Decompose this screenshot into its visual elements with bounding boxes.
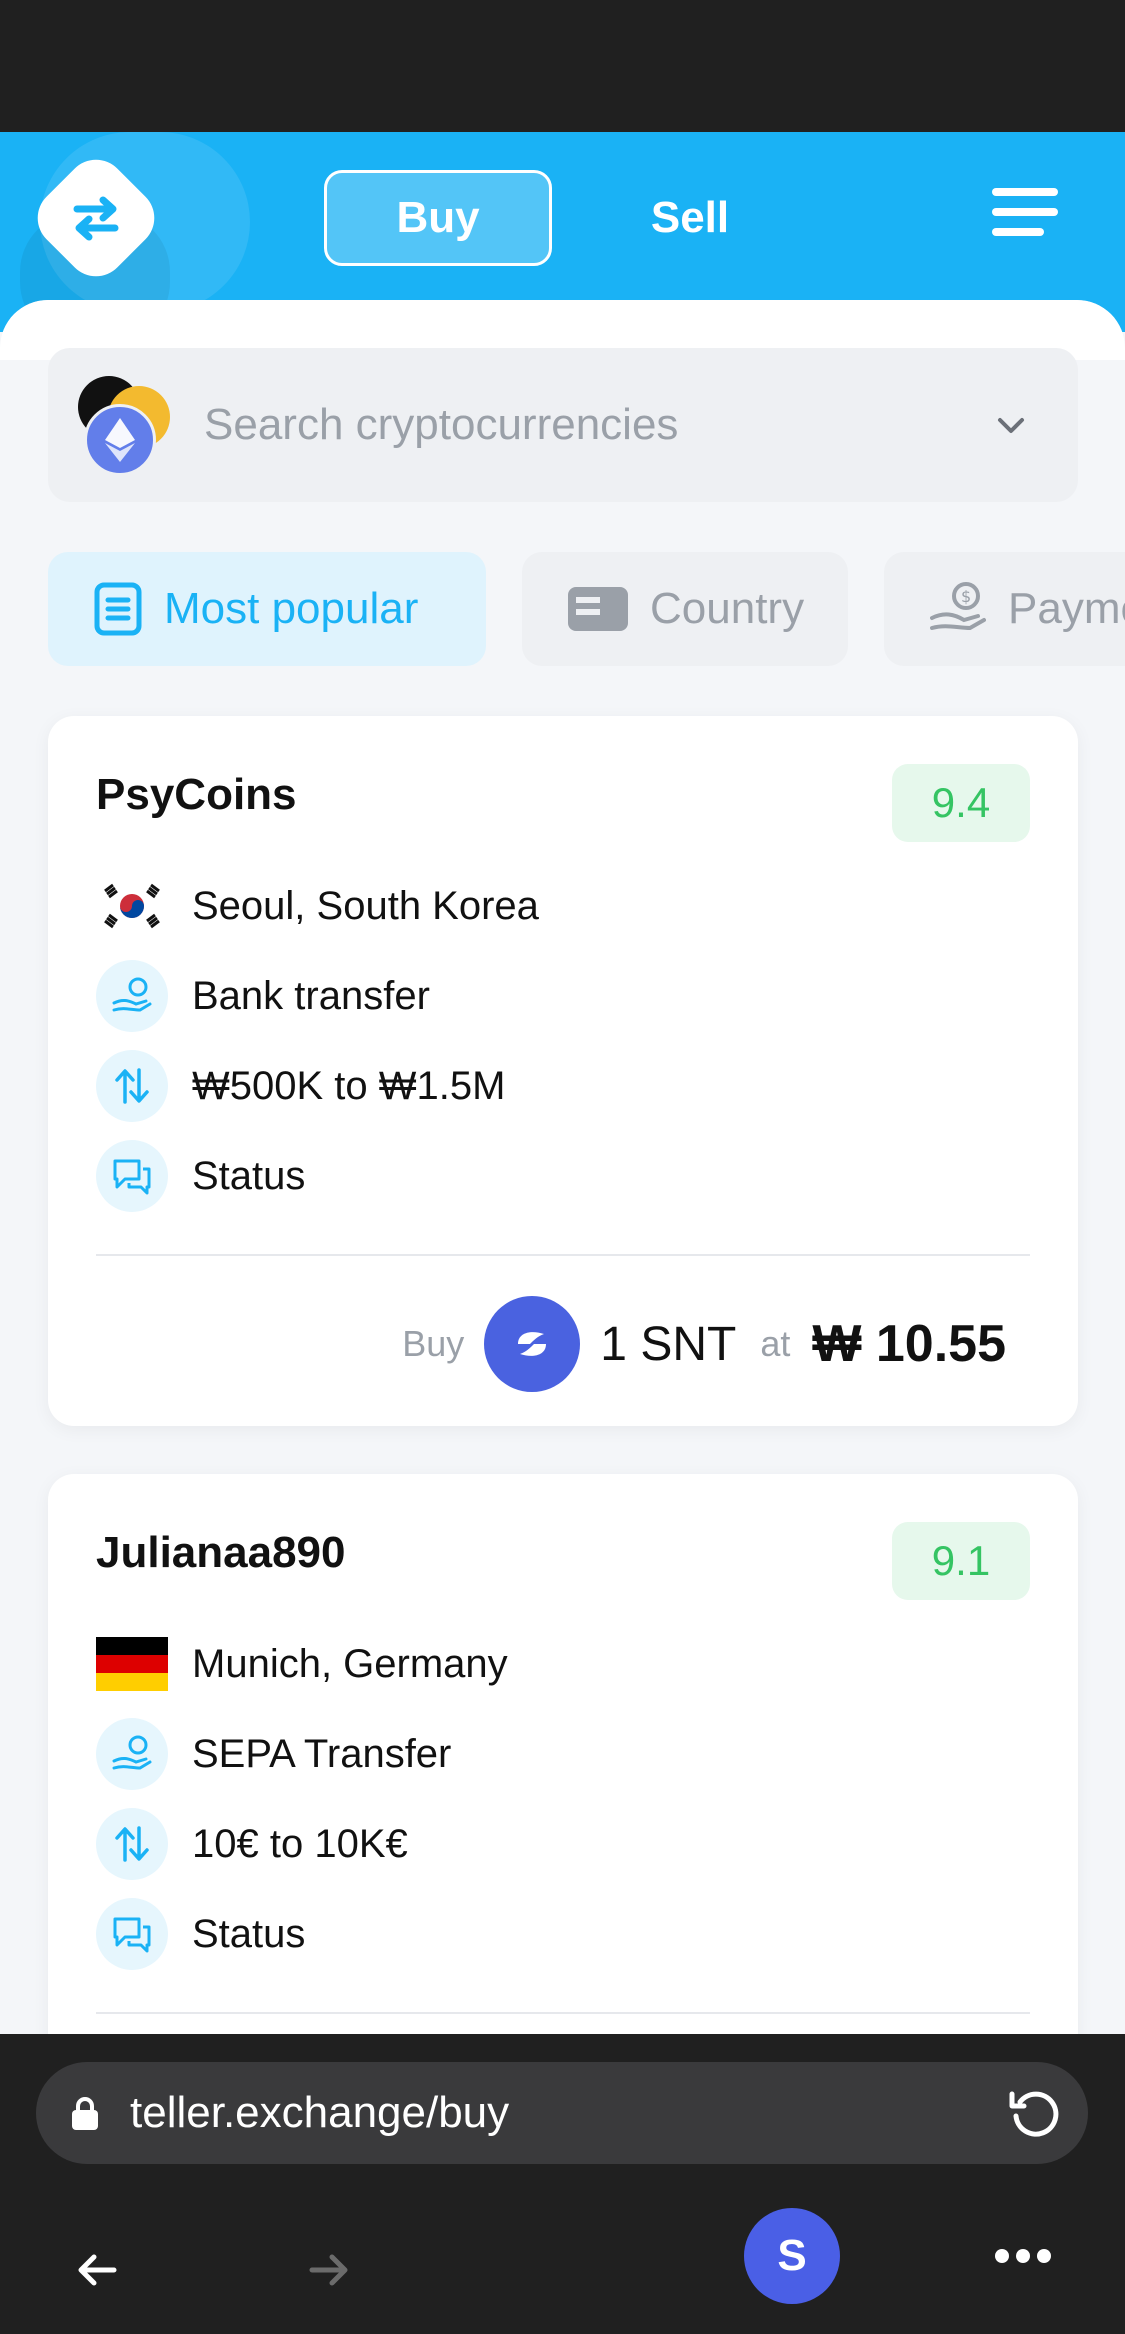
filter-label: Payment: [1008, 584, 1125, 633]
filter-label: Country: [650, 584, 805, 633]
hamburger-icon[interactable]: [992, 188, 1058, 248]
status-text: Status: [192, 1911, 306, 1956]
filter-country[interactable]: Country: [522, 552, 848, 666]
status-row: Status: [96, 1898, 305, 1970]
card-divider: [96, 2012, 1030, 2014]
hand-coin-icon: [96, 1718, 168, 1790]
hand-coin-icon: [96, 960, 168, 1032]
hand-coin-icon: $: [930, 582, 986, 636]
filter-most-popular[interactable]: Most popular: [48, 552, 486, 666]
chat-bubbles-icon: [96, 1140, 168, 1212]
rating-badge: 9.4: [892, 764, 1030, 842]
status-bar: [0, 0, 1125, 132]
offer-card[interactable]: Julianaa890 9.1 Munich, Germany SEPA Tra…: [48, 1474, 1078, 2034]
limits-text: 10€ to 10K€: [192, 1821, 408, 1866]
ethereum-icon: [84, 404, 156, 476]
filter-chips: Most popular Country $ Payment: [48, 552, 1125, 666]
filter-label: Most popular: [164, 584, 419, 633]
location-text: Munich, Germany: [192, 1641, 508, 1686]
main-content: Search cryptocurrencies Most popular Cou…: [0, 300, 1125, 2034]
offer-card[interactable]: PsyCoins 9.4 Seoul, South Korea Bank tra…: [48, 716, 1078, 1426]
more-options-icon[interactable]: [994, 2248, 1052, 2264]
limits-row: ₩500K to ₩1.5M: [96, 1050, 505, 1122]
id-card-icon: [568, 587, 628, 631]
crypto-coins-icon: [78, 376, 178, 476]
arrows-up-down-icon: [96, 1808, 168, 1880]
trader-name: PsyCoins: [96, 770, 297, 819]
search-placeholder: Search cryptocurrencies: [204, 400, 679, 449]
exchange-arrows-icon: [73, 196, 119, 241]
reload-icon[interactable]: [1006, 2084, 1064, 2142]
at-label: at: [760, 1323, 791, 1364]
buy-summary[interactable]: Buy 1 SNT at ₩ 10.55: [402, 1296, 1006, 1392]
buy-label: Buy: [402, 1323, 465, 1364]
address-bar[interactable]: teller.exchange/buy: [36, 2062, 1088, 2164]
location-text: Seoul, South Korea: [192, 883, 539, 928]
token-price: ₩ 10.55: [812, 1315, 1006, 1373]
profile-avatar[interactable]: S: [744, 2208, 840, 2304]
menu-line: [992, 228, 1044, 236]
payment-method: Bank transfer: [192, 973, 430, 1018]
location-row: Seoul, South Korea: [96, 870, 539, 942]
search-select[interactable]: Search cryptocurrencies: [48, 348, 1078, 502]
limits-row: 10€ to 10K€: [96, 1808, 408, 1880]
payment-method: SEPA Transfer: [192, 1731, 452, 1776]
tab-sell[interactable]: Sell: [600, 170, 780, 266]
limits-text: ₩500K to ₩1.5M: [192, 1063, 506, 1108]
status-text: Status: [192, 1153, 306, 1198]
status-row: Status: [96, 1140, 305, 1212]
arrows-up-down-icon: [96, 1050, 168, 1122]
rating-badge: 9.1: [892, 1522, 1030, 1600]
location-row: Munich, Germany: [96, 1628, 508, 1700]
germany-flag-icon: [96, 1637, 168, 1691]
svg-text:$: $: [961, 587, 971, 606]
card-divider: [96, 1254, 1030, 1256]
trader-name: Julianaa890: [96, 1528, 346, 1577]
menu-line: [992, 188, 1058, 196]
menu-line: [992, 208, 1058, 216]
forward-arrow-icon[interactable]: [308, 2252, 350, 2288]
list-icon: [94, 582, 142, 636]
snt-token-icon: [484, 1296, 581, 1392]
token-amount: 1 SNT: [600, 1317, 737, 1371]
lock-icon: [72, 2097, 98, 2130]
chevron-down-icon: [998, 418, 1024, 433]
browser-toolbar: teller.exchange/buy S: [0, 2034, 1125, 2334]
south-korea-flag-icon: [96, 879, 168, 933]
back-arrow-icon[interactable]: [76, 2252, 118, 2288]
url-text: teller.exchange/buy: [130, 2088, 510, 2137]
payment-row: Bank transfer: [96, 960, 430, 1032]
chat-bubbles-icon: [96, 1898, 168, 1970]
tab-buy[interactable]: Buy: [324, 170, 552, 266]
filter-payment[interactable]: $ Payment: [884, 552, 1125, 666]
payment-row: SEPA Transfer: [96, 1718, 451, 1790]
